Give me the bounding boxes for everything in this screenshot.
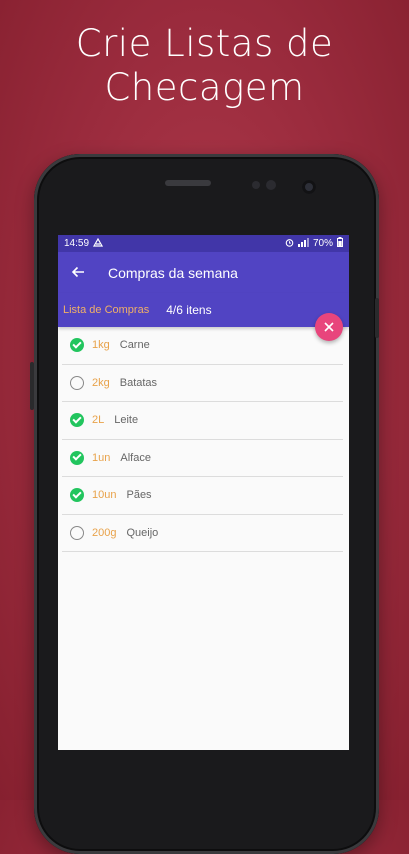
- signal-icon: [297, 237, 309, 250]
- list-item[interactable]: 10un Pães: [62, 477, 343, 515]
- item-name: Alface: [120, 451, 151, 464]
- item-quantity: 2L: [92, 414, 105, 427]
- item-name: Carne: [119, 339, 150, 352]
- phone-sensor: [266, 180, 276, 190]
- arrow-left-icon: [71, 266, 84, 277]
- item-name: Batatas: [119, 376, 158, 389]
- list-item[interactable]: 1kg Carne: [62, 327, 343, 365]
- item-name: Pães: [126, 489, 152, 502]
- app-bar: Compras da semana: [58, 252, 349, 293]
- list-item[interactable]: 1un Alface: [62, 440, 343, 477]
- check-circle-icon[interactable]: [70, 413, 84, 428]
- empty-circle-icon[interactable]: [70, 525, 84, 540]
- check-circle-icon[interactable]: [70, 488, 84, 503]
- promo-headline-line2: Checagem: [104, 66, 305, 109]
- check-circle-icon[interactable]: [70, 450, 84, 465]
- app-screen: 14:59 70% Compras da semana Lista de Com…: [58, 235, 349, 750]
- item-quantity: 1un: [92, 451, 111, 464]
- phone-front-camera: [302, 180, 316, 194]
- battery-percent: 70%: [312, 238, 333, 249]
- phone-power-button: [375, 298, 379, 338]
- notification-icon: [92, 237, 104, 250]
- phone-earpiece: [165, 180, 211, 186]
- close-icon: [324, 322, 334, 332]
- check-circle-icon[interactable]: [70, 338, 84, 353]
- item-quantity: 10un: [92, 489, 117, 502]
- phone-sensor: [252, 181, 260, 189]
- page-title: Compras da semana: [108, 264, 238, 281]
- battery-icon: [337, 237, 343, 250]
- alarm-icon: [285, 238, 294, 250]
- back-button[interactable]: [60, 263, 96, 283]
- empty-circle-icon[interactable]: [70, 375, 84, 390]
- status-time: 14:59: [64, 238, 90, 249]
- status-bar: 14:59 70%: [58, 235, 349, 252]
- list-summary-bar: Lista de Compras 4/6 itens: [58, 293, 349, 327]
- item-quantity: 200g: [92, 526, 117, 539]
- item-name: Leite: [114, 414, 139, 427]
- promo-headline-line1: Crie Listas de: [75, 22, 334, 65]
- list-item[interactable]: 2L Leite: [62, 402, 343, 440]
- item-count: 4/6 itens: [166, 303, 212, 317]
- checklist: 1kg Carne 2kg Batatas 2L Leite 1un Alfac…: [58, 327, 349, 552]
- list-item[interactable]: 2kg Batatas: [62, 365, 343, 402]
- item-name: Queijo: [126, 526, 159, 539]
- list-name: Lista de Compras: [63, 304, 150, 316]
- close-list-button[interactable]: [315, 313, 343, 341]
- phone-volume-button: [30, 362, 34, 410]
- promo-headline: Crie Listas de Checagem: [0, 22, 409, 110]
- item-quantity: 2kg: [92, 376, 110, 389]
- list-item[interactable]: 200g Queijo: [62, 515, 343, 552]
- item-quantity: 1kg: [92, 339, 110, 352]
